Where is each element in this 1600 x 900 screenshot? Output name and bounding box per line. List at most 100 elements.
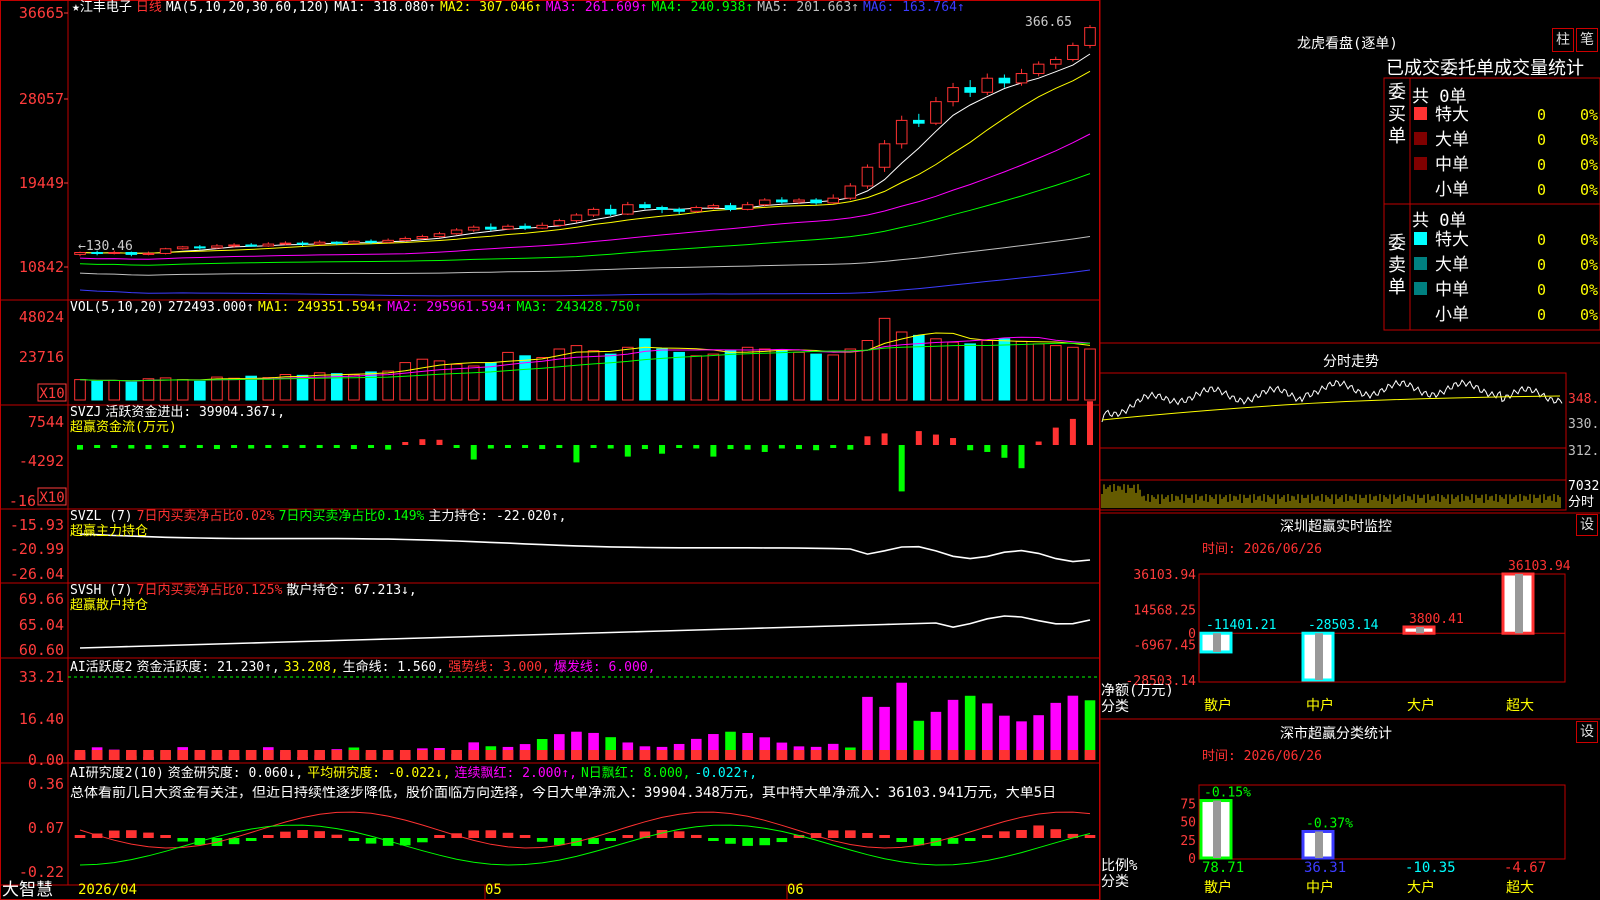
volume-bar — [673, 351, 685, 401]
candle-body — [433, 233, 446, 238]
aiyj-axis-label: -0.22 — [19, 863, 64, 881]
volume-bar — [758, 348, 771, 401]
sz-class-bar-shade — [1213, 800, 1221, 858]
ma3-value: MA3: 261.609↑ — [545, 0, 648, 15]
candle-body — [382, 239, 394, 243]
sz-class-title: 深市超赢分类统计 — [1280, 726, 1392, 742]
research-bar — [468, 830, 480, 838]
sz-class-axis-title: 分类 — [1101, 874, 1129, 890]
period-label[interactable]: 日线 — [136, 0, 162, 15]
xaxis-date-1: 2026/04 — [78, 882, 138, 898]
svzl-header: SVZL (7) 7日内买卖净占比0.02% 7日内买卖净占比0.149% 主力持仓:… — [70, 510, 570, 524]
svzj-bar — [350, 445, 357, 450]
tick-mode-button[interactable]: 笔 — [1576, 28, 1598, 52]
candle-body — [587, 208, 600, 216]
svzj-bar — [915, 431, 922, 445]
svsh-header: SVSH (7) 7日内买卖净占比0.125% 散户持仓: 67.213↓, — [70, 584, 421, 598]
sz-monitor-settings-button[interactable]: 设 — [1576, 514, 1598, 536]
sz-class-bottom-value: -10.35 — [1405, 860, 1456, 876]
activity-base-bar — [879, 750, 890, 760]
activity-base-bar — [1033, 750, 1044, 760]
intraday-axis-label: 330.0 — [1568, 417, 1600, 432]
sz-monitor-value-label: 36103.94 — [1508, 559, 1571, 574]
sz-monitor-category: 超大 — [1506, 698, 1534, 714]
research-bar — [708, 838, 719, 841]
activity-base-bar — [211, 750, 223, 760]
volume-bar — [365, 371, 377, 401]
ma2-value: MA2: 307.046↑ — [439, 0, 542, 15]
volume-bar — [844, 348, 857, 401]
svzj-bar — [368, 445, 375, 448]
aiyj-t4: N日飘红: 8.000, — [580, 766, 691, 781]
aiyj-header: AI研究度2(10) 资金研究度: 0.060↓, 平均研究度: -0.022↓, 连… — [70, 767, 761, 781]
sz-class-settings-button[interactable]: 设 — [1576, 721, 1598, 743]
svzj-bar — [932, 434, 939, 445]
svzl-name: 超赢主力持仓 — [70, 524, 149, 539]
svzj-bar — [248, 445, 255, 449]
buy-order-label: 委买单 — [1388, 82, 1406, 147]
sz-class-category: 中户 — [1306, 879, 1334, 896]
ma1-value: MA1: 318.080↑ — [334, 0, 436, 15]
candle-body — [793, 199, 805, 203]
brand-label: 大智慧 — [2, 880, 53, 900]
aihy-axis-label: 16.40 — [19, 710, 64, 728]
svzj-bar — [453, 445, 460, 448]
research-bar — [280, 831, 291, 838]
research-bar — [108, 830, 120, 838]
price-header: ★江丰电子 日线 MA(5,10,20,30,60,120) MA1: 318.080… — [72, 1, 969, 15]
sz-monitor-axis-label: 36103.94 — [1133, 568, 1196, 583]
volume-bar — [587, 350, 600, 401]
volume-bar — [707, 353, 720, 401]
svzj-bar — [727, 445, 734, 450]
svzj-bar — [522, 445, 529, 448]
activity-base-bar — [280, 750, 291, 760]
svzj-bar — [847, 445, 854, 450]
volume-bar — [262, 377, 275, 401]
activity-base-bar — [399, 750, 411, 760]
intraday-axis-label: 348.0 — [1568, 392, 1600, 407]
aihy-t5: 爆发线: 6.000, — [553, 660, 656, 675]
svzl-axis-label: -26.04 — [10, 565, 64, 583]
candle-body — [930, 101, 942, 124]
xaxis-date-3: 06 — [787, 882, 804, 898]
candle-body — [416, 236, 429, 239]
ma6-value: MA6: 163.764↑ — [862, 0, 965, 15]
svzl-axis-label: -20.99 — [10, 540, 64, 558]
stock-name[interactable]: 江丰电子 — [80, 0, 132, 15]
candle-body — [827, 197, 840, 204]
svzj-bar — [607, 445, 614, 449]
activity-base-bar — [622, 750, 634, 760]
svzj-axis-label: -4292 — [19, 452, 64, 470]
bar-mode-button[interactable]: 柱 — [1552, 28, 1574, 52]
svzj-bar — [179, 445, 186, 448]
activity-base-bar — [314, 750, 325, 760]
svzj-bar — [1018, 445, 1025, 469]
svzj-bar — [402, 442, 409, 445]
volume-bar — [348, 374, 360, 401]
candle-body — [313, 241, 326, 245]
research-bar — [896, 838, 908, 843]
vol-header: VOL(5,10,20) 272493.000↑ MA1: 249351.594↑ M… — [70, 301, 646, 315]
activity-base-bar — [588, 750, 599, 760]
research-bar — [160, 835, 171, 838]
sz-class-bar-shade — [1315, 831, 1323, 858]
svzj-bar — [77, 445, 83, 450]
activity-base-bar — [536, 750, 548, 760]
svzj-bar — [556, 445, 563, 448]
sz-monitor-axis-label: 14568.25 — [1133, 603, 1196, 618]
activity-base-bar — [913, 750, 925, 760]
svzj-bar — [950, 438, 957, 445]
svzj-bar — [641, 445, 648, 450]
research-bar — [177, 838, 189, 842]
candle-body — [296, 242, 309, 245]
volume-bar — [1049, 345, 1062, 401]
candle-body — [502, 225, 514, 230]
sz-monitor-category: 散户 — [1204, 697, 1232, 714]
activity-base-bar — [725, 750, 736, 760]
aihy-axis-label: 33.21 — [19, 668, 64, 686]
activity-base-bar — [759, 750, 771, 760]
svzj-bar — [676, 445, 683, 448]
volume-bar — [1067, 346, 1079, 401]
svzj-bar — [795, 445, 802, 450]
svsh-axis-label: 69.66 — [19, 590, 64, 608]
